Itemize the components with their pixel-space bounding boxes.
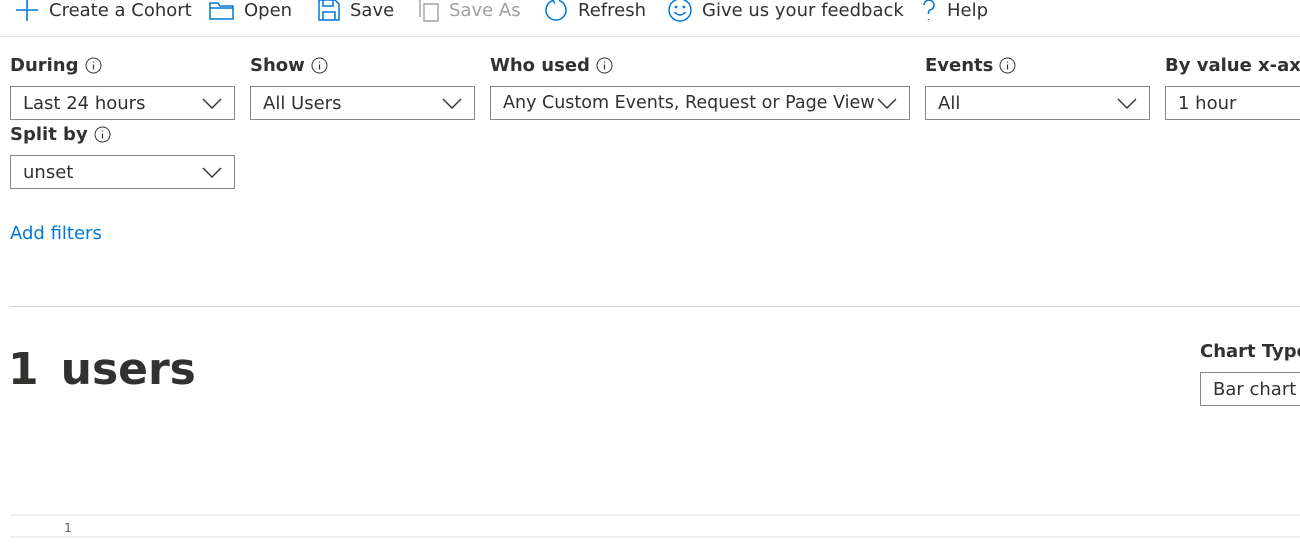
split-by-label-text: Split by bbox=[10, 124, 88, 145]
by-value-label: By value x-axis bbox=[1165, 55, 1300, 76]
show-label: Show bbox=[250, 55, 328, 76]
chevron-down-icon bbox=[202, 167, 222, 178]
chevron-down-icon bbox=[877, 98, 897, 109]
chevron-down-icon bbox=[1117, 98, 1137, 109]
feedback-label: Give us your feedback bbox=[702, 0, 904, 21]
user-count: 1 users bbox=[8, 344, 196, 395]
during-dropdown[interactable]: Last 24 hours bbox=[10, 86, 235, 120]
chevron-down-icon bbox=[202, 98, 222, 109]
chart-type-label: Chart Type bbox=[1200, 341, 1300, 362]
info-icon[interactable] bbox=[596, 57, 613, 74]
who-used-dropdown[interactable]: Any Custom Events, Request or Page View bbox=[490, 86, 910, 120]
save-icon bbox=[318, 0, 340, 21]
save-button[interactable]: Save bbox=[317, 0, 394, 26]
question-mark-icon bbox=[923, 0, 935, 20]
who-used-label-text: Who used bbox=[490, 55, 590, 76]
save-label: Save bbox=[350, 0, 395, 21]
split-by-value: unset bbox=[23, 162, 74, 183]
folder-open-icon bbox=[209, 2, 234, 20]
who-used-label: Who used bbox=[490, 55, 613, 76]
smiley-icon bbox=[668, 0, 692, 22]
refresh-label: Refresh bbox=[578, 0, 646, 21]
save-as-button: Save As bbox=[418, 0, 521, 26]
save-as-label: Save As bbox=[449, 0, 521, 21]
user-bar-chart: 1 bbox=[10, 514, 1300, 538]
feedback-button[interactable]: Give us your feedback bbox=[667, 0, 904, 26]
by-value-label-text: By value x-axis bbox=[1165, 55, 1300, 76]
create-cohort-label: Create a Cohort bbox=[49, 0, 192, 21]
info-icon[interactable] bbox=[999, 57, 1016, 74]
chevron-down-icon bbox=[442, 98, 462, 109]
info-icon[interactable] bbox=[85, 57, 102, 74]
show-label-text: Show bbox=[250, 55, 305, 76]
plus-icon bbox=[16, 0, 38, 21]
refresh-button[interactable]: Refresh bbox=[543, 0, 646, 26]
open-label: Open bbox=[244, 0, 293, 21]
events-value: All bbox=[938, 93, 961, 114]
chart-type-dropdown[interactable]: Bar chart bbox=[1200, 372, 1300, 406]
copy-icon bbox=[419, 0, 439, 22]
open-button[interactable]: Open bbox=[209, 0, 292, 26]
user-count-number: 1 bbox=[8, 344, 39, 395]
by-value-dropdown[interactable]: 1 hour bbox=[1165, 86, 1300, 120]
help-button[interactable]: Help bbox=[920, 0, 988, 26]
during-label-text: During bbox=[10, 55, 79, 76]
show-dropdown[interactable]: All Users bbox=[250, 86, 475, 120]
who-used-value: Any Custom Events, Request or Page View bbox=[503, 93, 875, 113]
during-label: During bbox=[10, 55, 102, 76]
events-dropdown[interactable]: All bbox=[925, 86, 1150, 120]
command-bar: Create a Cohort Open Save Save As Refres… bbox=[0, 0, 1300, 37]
split-by-dropdown[interactable]: unset bbox=[10, 155, 235, 189]
help-label: Help bbox=[947, 0, 989, 21]
add-filters-link[interactable]: Add filters bbox=[10, 223, 102, 244]
info-icon[interactable] bbox=[94, 126, 111, 143]
section-divider bbox=[10, 306, 1300, 307]
info-icon[interactable] bbox=[311, 57, 328, 74]
split-by-label: Split by bbox=[10, 124, 111, 145]
events-label: Events bbox=[925, 55, 1016, 76]
refresh-icon bbox=[545, 0, 567, 21]
events-label-text: Events bbox=[925, 55, 994, 76]
by-value-value: 1 hour bbox=[1178, 93, 1237, 114]
chart-type-value: Bar chart bbox=[1213, 379, 1297, 400]
chart-tick-label: 1 bbox=[64, 521, 72, 535]
show-value: All Users bbox=[263, 93, 342, 114]
create-cohort-button[interactable]: Create a Cohort bbox=[14, 0, 192, 26]
user-count-unit: users bbox=[60, 344, 196, 395]
during-value: Last 24 hours bbox=[23, 93, 146, 114]
